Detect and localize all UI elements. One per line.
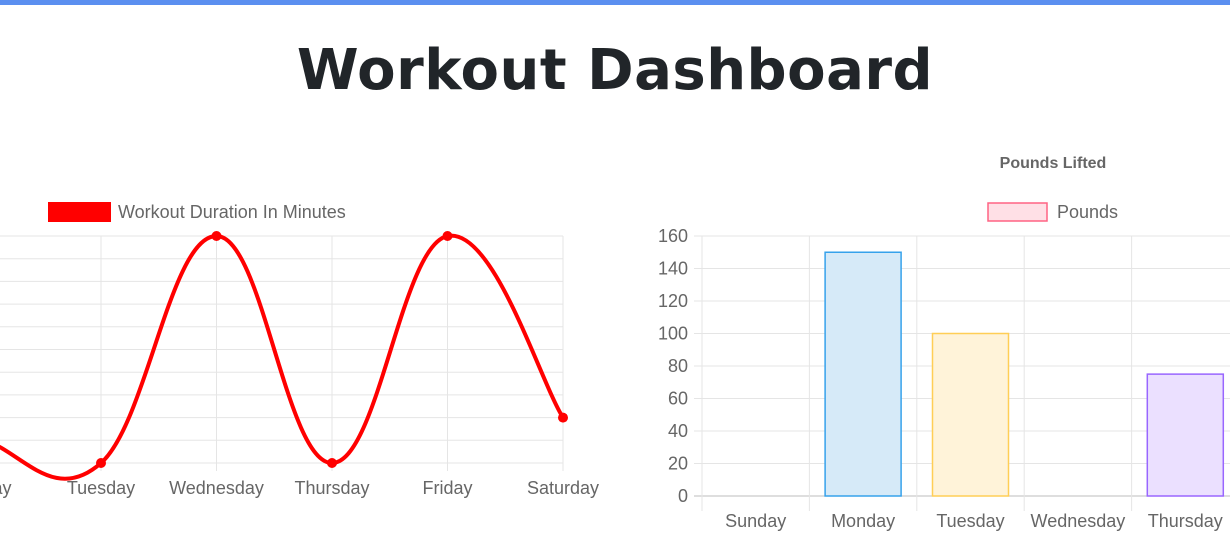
bar-rect[interactable] — [931, 332, 1010, 497]
workout-duration-chart: ay Tuesday Wednesday Thursday Friday Saturday… — [0, 202, 599, 498]
pounds-lifted-chart: Pounds Lifted Pounds 0 20 40 60 80 100 120 140 1… — [658, 155, 1230, 531]
line-chart-grid — [0, 235, 564, 471]
line-data-point[interactable] — [442, 231, 453, 241]
line-data-point[interactable] — [211, 231, 222, 241]
bar-chart-y-ticks: 0 20 40 60 80 100 120 140 160 — [658, 226, 688, 506]
charts-canvas: ay Tuesday Wednesday Thursday Friday Saturday… — [0, 155, 1230, 531]
bar-y-tick-label: 60 — [668, 389, 688, 409]
bar-y-tick-label: 100 — [658, 324, 688, 344]
bar-x-tick-label: Monday — [831, 511, 895, 531]
bar-legend-label: Pounds — [1057, 202, 1118, 222]
bar-y-tick-label: 20 — [668, 454, 688, 474]
line-data-point[interactable] — [96, 458, 106, 468]
line-x-tick-label: Wednesday — [169, 478, 264, 498]
line-legend-swatch — [48, 202, 111, 222]
bar-y-tick-label: 80 — [668, 356, 688, 376]
line-x-tick-label: ay — [0, 478, 12, 498]
bar-rect[interactable] — [1146, 373, 1225, 497]
line-legend-label: Workout Duration In Minutes — [118, 202, 346, 222]
line-x-tick-label: Thursday — [294, 478, 369, 498]
bar-x-tick-label: Thursday — [1148, 511, 1223, 531]
line-x-tick-label: Friday — [422, 478, 472, 498]
bar-rect[interactable] — [824, 251, 902, 497]
line-x-tick-label: Saturday — [527, 478, 599, 498]
line-data-point[interactable] — [558, 412, 568, 423]
bar-chart-legend[interactable]: Pounds — [987, 202, 1118, 222]
bar-y-tick-label: 0 — [678, 486, 688, 506]
workout-duration-line — [0, 233, 565, 481]
line-chart-x-ticks: ay Tuesday Wednesday Thursday Friday Saturday — [0, 478, 599, 498]
bar-y-tick-label: 140 — [658, 259, 688, 279]
bar-x-tick-label: Wednesday — [1031, 511, 1126, 531]
line-x-tick-label: Tuesday — [67, 478, 135, 498]
bar-chart-x-ticks: Sunday Monday Tuesday Wednesday Thursday — [725, 511, 1223, 531]
bar-y-tick-label: 40 — [668, 421, 688, 441]
line-data-point[interactable] — [327, 458, 337, 468]
bar-chart-title: Pounds Lifted — [1000, 155, 1107, 172]
bar-x-tick-label: Sunday — [725, 511, 786, 531]
line-chart-legend[interactable]: Workout Duration In Minutes — [48, 202, 346, 222]
bar-legend-swatch — [987, 202, 1048, 222]
bar-y-tick-label: 120 — [658, 291, 688, 311]
bar-y-tick-label: 160 — [658, 226, 688, 246]
bar-x-tick-label: Tuesday — [936, 511, 1004, 531]
